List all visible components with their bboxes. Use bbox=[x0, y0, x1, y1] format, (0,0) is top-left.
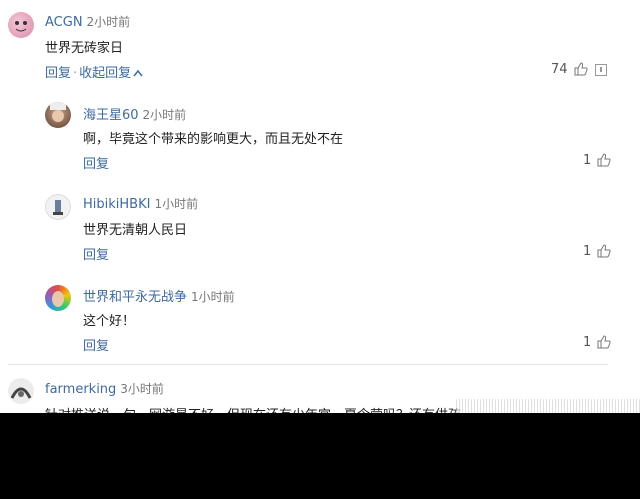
like-button[interactable]: 1 bbox=[583, 335, 612, 350]
chevron-up-icon[interactable] bbox=[133, 69, 143, 77]
reply-text: 这个好！ bbox=[83, 314, 136, 329]
divider bbox=[8, 364, 608, 365]
avatar-image bbox=[15, 21, 27, 32]
thumb-up-icon bbox=[574, 62, 588, 76]
username[interactable]: ACGN 2小时前 bbox=[45, 13, 130, 30]
like-count: 1 bbox=[583, 244, 592, 259]
comment-actions: 回复 · 收起回复 bbox=[45, 62, 143, 81]
comment-text: 世界无砖家日 bbox=[45, 41, 124, 56]
timestamp: 1小时前 bbox=[191, 290, 235, 304]
like-button[interactable]: 1 bbox=[583, 244, 612, 259]
like-count: 74 bbox=[551, 62, 568, 77]
like-count: 1 bbox=[583, 153, 592, 168]
reply-button[interactable]: 回复 bbox=[45, 66, 71, 81]
username-text[interactable]: HibikiHBKI bbox=[83, 197, 150, 212]
reply-button[interactable]: 回复 bbox=[83, 335, 109, 354]
avatar-image bbox=[53, 200, 63, 215]
like-button[interactable]: 1 bbox=[583, 153, 612, 168]
reply-button[interactable]: 回复 bbox=[83, 153, 109, 172]
avatar[interactable] bbox=[8, 378, 34, 404]
timestamp: 2小时前 bbox=[142, 108, 187, 122]
avatar[interactable] bbox=[8, 12, 34, 38]
username[interactable]: farmerking 3小时前 bbox=[45, 380, 164, 397]
reply-text: 啊，毕竟这个带来的影响更大，而且无处不在 bbox=[83, 132, 344, 147]
collapse-replies-button[interactable]: 收起回复 bbox=[79, 66, 131, 81]
separator: · bbox=[73, 66, 78, 81]
avatar[interactable] bbox=[45, 102, 71, 128]
avatar[interactable] bbox=[45, 285, 71, 311]
thumb-up-icon bbox=[597, 244, 612, 258]
username[interactable]: 世界和平永无战争 1小时前 bbox=[83, 286, 235, 305]
username-text[interactable]: 世界和平永无战争 bbox=[83, 290, 187, 305]
scan-artifact bbox=[456, 399, 640, 413]
timestamp: 1小时前 bbox=[154, 197, 199, 211]
like-button[interactable]: 74 bbox=[551, 62, 588, 77]
like-count: 1 bbox=[583, 335, 592, 350]
report-icon[interactable] bbox=[595, 64, 607, 76]
username[interactable]: 海王星60 2小时前 bbox=[83, 104, 186, 123]
thumb-up-icon bbox=[597, 335, 612, 349]
reply-text: 世界无清朝人民日 bbox=[83, 223, 188, 238]
username-text[interactable]: farmerking bbox=[45, 382, 116, 397]
avatar[interactable] bbox=[45, 194, 71, 220]
avatar-image bbox=[52, 291, 64, 307]
black-bar bbox=[0, 413, 640, 499]
username-text[interactable]: 海王星60 bbox=[83, 108, 139, 123]
reply-button[interactable]: 回复 bbox=[83, 244, 109, 263]
username[interactable]: HibikiHBKI 1小时前 bbox=[83, 195, 198, 212]
avatar-image bbox=[10, 387, 32, 399]
thumb-up-icon bbox=[597, 153, 612, 167]
avatar-image bbox=[50, 102, 66, 122]
username-text[interactable]: ACGN bbox=[45, 15, 83, 30]
timestamp: 3小时前 bbox=[120, 382, 164, 396]
timestamp: 2小时前 bbox=[86, 15, 131, 29]
